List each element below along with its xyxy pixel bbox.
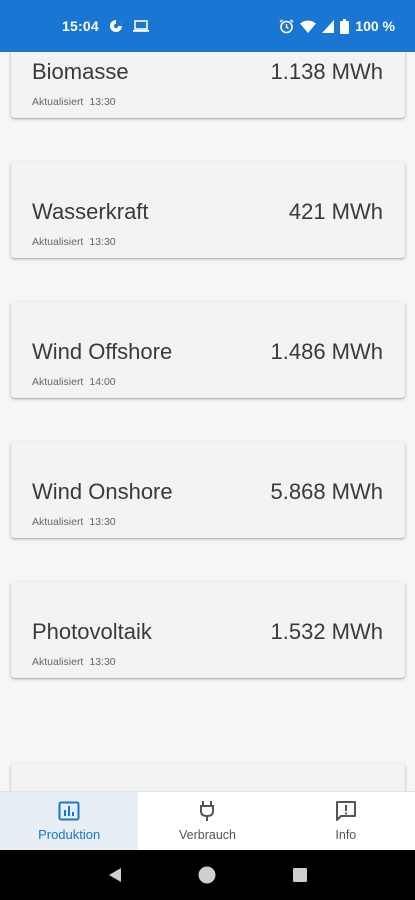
updated-label: Aktualisiert xyxy=(32,656,84,668)
updated-time: 13:30 xyxy=(89,96,116,108)
updated-label: Aktualisiert xyxy=(32,516,84,528)
updated-time: 13:30 xyxy=(89,236,116,248)
plug-icon xyxy=(199,800,215,822)
bottom-navigation: Produktion Verbrauch Info xyxy=(0,791,415,850)
nav-info[interactable]: Info xyxy=(277,792,415,850)
nav-produktion[interactable]: Produktion xyxy=(0,792,139,850)
card-value: 421 MWh xyxy=(288,199,383,224)
card-name: Biomasse xyxy=(32,59,129,84)
wifi-icon xyxy=(300,20,317,33)
card-updated: Aktualisiert 13:30 xyxy=(32,516,116,528)
card-updated: Aktualisiert 14:00 xyxy=(32,376,116,388)
nav-label: Produktion xyxy=(38,826,101,842)
card-partial[interactable] xyxy=(11,764,405,791)
updated-time: 13:30 xyxy=(89,656,116,668)
battery-percent: 100 % xyxy=(355,18,395,34)
battery-icon xyxy=(340,18,350,34)
feedback-icon xyxy=(335,800,357,822)
status-time: 15:04 xyxy=(62,18,99,34)
nav-label: Info xyxy=(335,828,357,842)
card-biomasse[interactable]: Biomasse 1.138 MWh Aktualisiert 13:30 xyxy=(11,52,405,118)
status-bar: 15:04 100 % xyxy=(0,0,415,52)
card-updated: Aktualisiert 13:30 xyxy=(32,236,116,248)
card-wind-offshore[interactable]: Wind Offshore 1.486 MWh Aktualisiert 14:… xyxy=(11,302,405,398)
card-updated: Aktualisiert 13:30 xyxy=(32,656,116,668)
card-wasserkraft[interactable]: Wasserkraft 421 MWh Aktualisiert 13:30 xyxy=(11,162,405,258)
production-list[interactable]: Biomasse 1.138 MWh Aktualisiert 13:30 Wa… xyxy=(0,52,415,791)
card-name: Wasserkraft xyxy=(32,199,149,224)
nav-label: Verbrauch xyxy=(179,828,236,842)
laptop-icon xyxy=(132,20,149,32)
card-name: Wind Onshore xyxy=(32,479,173,504)
card-value: 1.138 MWh xyxy=(270,59,384,84)
card-value: 1.532 MWh xyxy=(270,619,384,644)
data-saver-icon xyxy=(109,19,123,33)
card-value: 5.868 MWh xyxy=(270,479,384,504)
home-icon[interactable] xyxy=(198,866,216,884)
card-name: Wind Offshore xyxy=(32,339,173,364)
back-icon[interactable] xyxy=(108,867,122,883)
recents-icon[interactable] xyxy=(292,868,307,882)
updated-label: Aktualisiert xyxy=(32,236,84,248)
updated-time: 14:00 xyxy=(89,376,116,388)
alarm-icon xyxy=(279,18,294,34)
card-value: 1.486 MWh xyxy=(270,339,384,364)
updated-label: Aktualisiert xyxy=(32,96,84,108)
card-photovoltaik[interactable]: Photovoltaik 1.532 MWh Aktualisiert 13:3… xyxy=(11,582,405,678)
updated-label: Aktualisiert xyxy=(32,376,84,388)
card-wind-onshore[interactable]: Wind Onshore 5.868 MWh Aktualisiert 13:3… xyxy=(11,442,405,538)
system-navigation-bar xyxy=(0,850,415,900)
card-name: Photovoltaik xyxy=(32,619,152,644)
signal-icon xyxy=(322,19,335,33)
nav-verbrauch[interactable]: Verbrauch xyxy=(138,792,276,850)
updated-time: 13:30 xyxy=(89,516,116,528)
card-updated: Aktualisiert 13:30 xyxy=(32,96,116,108)
bar-chart-icon xyxy=(58,801,80,821)
